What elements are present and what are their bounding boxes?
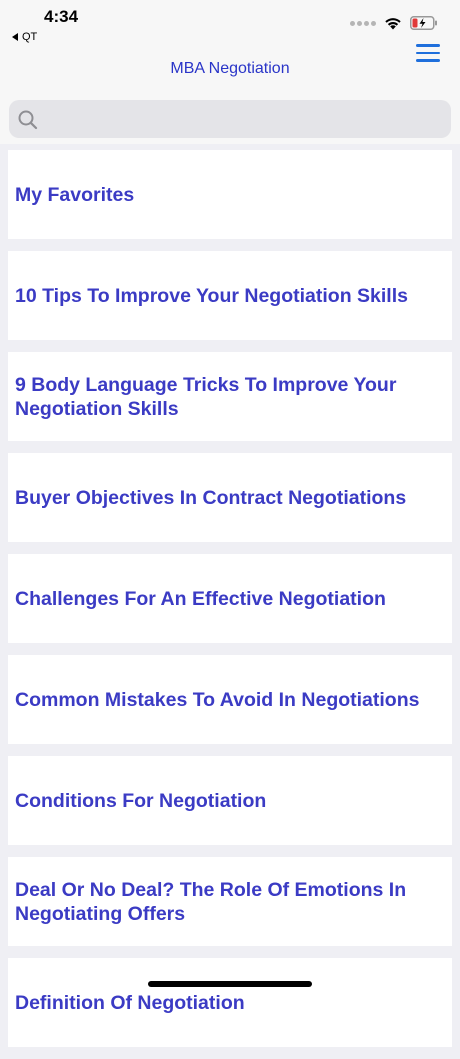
list-item-label: My Favorites: [15, 183, 135, 206]
list-item[interactable]: Buyer Objectives In Contract Negotiation…: [8, 453, 452, 542]
list-item-my-favorites[interactable]: My Favorites: [8, 150, 452, 239]
list-item[interactable]: Definition Of Negotiation: [8, 958, 452, 1047]
battery-charging-icon: [410, 16, 437, 30]
search-bar: [0, 98, 460, 144]
list-item-label: Buyer Objectives In Contract Negotiation…: [15, 486, 407, 509]
status-time: 4:34: [44, 7, 79, 26]
list-item[interactable]: Common Mistakes To Avoid In Negotiations: [8, 655, 452, 744]
wifi-icon: [385, 18, 401, 30]
topic-list: My Favorites 10 Tips To Improve Your Neg…: [8, 150, 452, 1059]
navigation-bar: MBA Negotiation: [0, 44, 460, 99]
cellular-signal-icon: [350, 20, 376, 26]
list-item-label: Conditions For Negotiation: [15, 789, 267, 812]
list-item[interactable]: Challenges For An Effective Negotiation: [8, 554, 452, 643]
page-title: MBA Negotiation: [170, 60, 290, 77]
list-item-label: Common Mistakes To Avoid In Negotiations: [15, 688, 420, 711]
list-item-label: Definition Of Negotiation: [15, 991, 245, 1014]
hamburger-menu-icon[interactable]: [416, 44, 440, 64]
back-arrow-icon: [12, 33, 18, 42]
list-item-label: 9 Body Language Tricks To Improve Your N…: [15, 373, 397, 420]
list-item[interactable]: Conditions For Negotiation: [8, 756, 452, 845]
back-app-label: QT: [22, 31, 38, 43]
list-item-label: 10 Tips To Improve Your Negotiation Skil…: [15, 284, 408, 307]
search-input[interactable]: [9, 100, 451, 138]
status-bar: 4:34 QT: [0, 0, 460, 48]
list-item[interactable]: Deal Or No Deal? The Role Of Emotions In…: [8, 857, 452, 946]
home-indicator[interactable]: [148, 981, 312, 987]
back-to-app-button[interactable]: QT: [12, 31, 37, 43]
status-indicators: [350, 16, 438, 30]
list-item[interactable]: 10 Tips To Improve Your Negotiation Skil…: [8, 251, 452, 340]
list-item-label: Deal Or No Deal? The Role Of Emotions In…: [15, 878, 407, 925]
list-item-label: Challenges For An Effective Negotiation: [15, 587, 386, 610]
list-item[interactable]: 9 Body Language Tricks To Improve Your N…: [8, 352, 452, 441]
